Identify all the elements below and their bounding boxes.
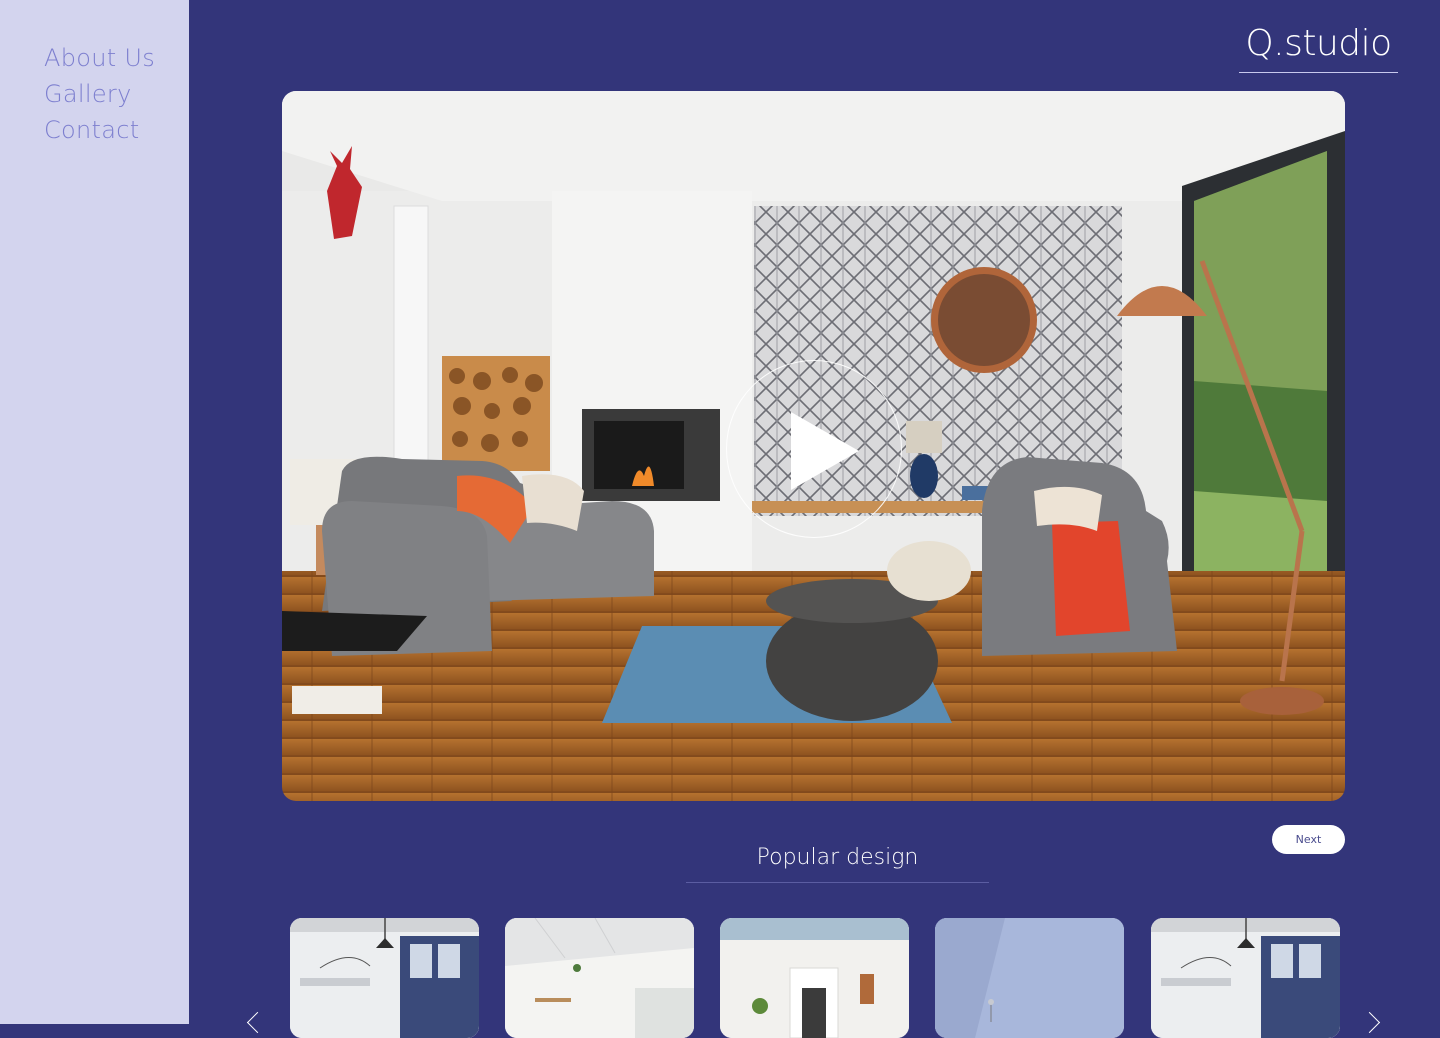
design-card[interactable] (290, 918, 479, 1038)
design-card-image (935, 918, 1124, 1038)
carousel-prev-arrow-icon[interactable] (246, 1011, 269, 1034)
next-button[interactable]: Next (1272, 825, 1345, 854)
carousel-next-arrow-icon[interactable] (1358, 1011, 1381, 1034)
design-card[interactable] (1151, 918, 1340, 1038)
design-card-image (290, 918, 479, 1038)
nav-item-contact[interactable]: Contact (44, 112, 155, 148)
design-card-image (1151, 918, 1340, 1038)
design-card[interactable] (720, 918, 909, 1038)
design-card[interactable] (935, 918, 1124, 1038)
section-title-popular-design: Popular design (686, 840, 989, 883)
nav-item-about-us[interactable]: About Us (44, 40, 155, 76)
sidebar-nav: About Us Gallery Contact (44, 40, 155, 148)
brand-name: Q.studio (1245, 23, 1392, 64)
play-icon (791, 412, 859, 490)
hero-video[interactable] (282, 91, 1345, 801)
design-card[interactable] (505, 918, 694, 1038)
design-card-image (505, 918, 694, 1038)
sidebar: About Us Gallery Contact (0, 0, 189, 1024)
nav-item-gallery[interactable]: Gallery (44, 76, 155, 112)
design-card-image (720, 918, 909, 1038)
brand-logo[interactable]: Q.studio (1239, 20, 1398, 73)
play-button[interactable] (726, 360, 902, 538)
